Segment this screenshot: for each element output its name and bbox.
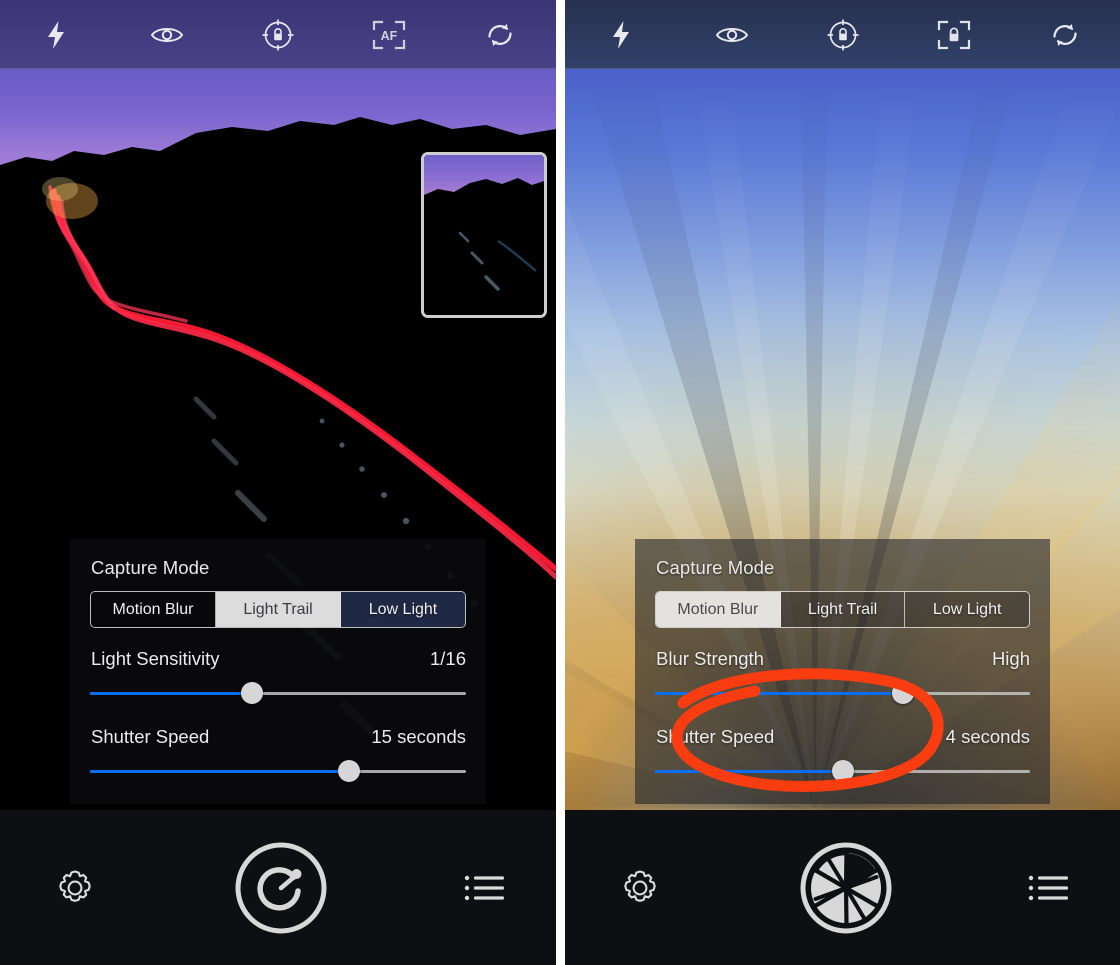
af-label: AF [381,29,398,43]
segment-motion-blur[interactable]: Motion Blur [91,592,216,627]
camera-flip-icon[interactable] [472,7,528,63]
top-control-bar-left: AF [0,0,556,69]
viewfinder-left[interactable]: Capture Mode Motion Blur Light Trail Low… [0,69,556,810]
light-sensitivity-slider[interactable] [90,682,466,704]
bottom-toolbar-left [0,810,556,965]
phone-screen-right: Capture Mode Motion Blur Light Trail Low… [565,0,1120,965]
settings-gear-icon[interactable] [52,865,98,911]
flash-icon[interactable] [28,7,84,63]
slider-knob[interactable] [891,682,914,704]
panel-title: Capture Mode [656,557,775,578]
segment-motion-blur[interactable]: Motion Blur [656,592,781,627]
shutter-timer-button[interactable] [232,839,330,937]
library-list-icon[interactable] [1028,874,1068,902]
blur-strength-value: High [991,648,1030,669]
blur-strength-row: Blur Strength High [655,648,1030,670]
thumbnail-preview[interactable] [421,152,547,318]
capture-mode-segmented-control[interactable]: Motion Blur Light Trail Low Light [90,591,466,628]
shutter-speed-row: Shutter Speed 4 seconds [655,726,1030,748]
viewfinder-right[interactable]: Capture Mode Motion Blur Light Trail Low… [565,69,1120,810]
slider-fill [655,692,903,695]
light-sensitivity-label: Light Sensitivity [91,648,220,669]
thumbnail-shapes [424,178,544,315]
shutter-speed-slider[interactable] [655,760,1030,782]
segment-light-trail[interactable]: Light Trail [216,592,341,627]
library-list-icon[interactable] [464,874,504,902]
capture-settings-panel-left: Capture Mode Motion Blur Light Trail Low… [70,539,486,804]
segment-light-trail[interactable]: Light Trail [780,592,906,627]
exposure-lock-icon[interactable] [250,7,306,63]
camera-flip-icon[interactable] [1037,7,1093,63]
shutter-aperture-button[interactable] [797,839,895,937]
slider-knob[interactable] [338,760,361,782]
screen-divider [556,0,565,965]
slider-fill [90,770,350,773]
blur-strength-slider[interactable] [655,682,1030,704]
shutter-speed-value: 15 seconds [371,726,466,747]
eye-icon[interactable] [704,7,760,63]
slider-knob[interactable] [831,760,854,782]
af-lock-icon[interactable] [926,7,982,63]
phone-screen-left: AF Capture Mode Motion Blur Light Trail … [0,0,556,965]
segment-low-light[interactable]: Low Light [905,592,1029,627]
blur-strength-label: Blur Strength [656,648,764,669]
slider-knob[interactable] [240,682,263,704]
slider-fill [90,692,252,695]
af-icon[interactable]: AF [361,7,417,63]
shutter-speed-slider[interactable] [90,760,466,782]
exposure-lock-icon[interactable] [815,7,871,63]
capture-settings-panel-right: Capture Mode Motion Blur Light Trail Low… [635,539,1050,804]
eye-icon[interactable] [139,7,195,63]
bottom-toolbar-right [565,810,1120,965]
shutter-speed-label: Shutter Speed [91,726,210,747]
panel-title: Capture Mode [91,557,210,578]
segment-low-light[interactable]: Low Light [341,592,465,627]
light-sensitivity-value: 1/16 [429,648,466,669]
shutter-speed-value: 4 seconds [945,726,1030,747]
light-sensitivity-row: Light Sensitivity 1/16 [90,648,466,670]
settings-gear-icon[interactable] [617,865,663,911]
slider-fill [655,770,843,773]
shutter-speed-row: Shutter Speed 15 seconds [90,726,466,748]
shutter-speed-label: Shutter Speed [656,726,775,747]
capture-mode-segmented-control[interactable]: Motion Blur Light Trail Low Light [655,591,1030,628]
top-control-bar-right [565,0,1120,69]
flash-icon[interactable] [593,7,649,63]
dual-screenshot-container: AF Capture Mode Motion Blur Light Trail … [0,0,1120,965]
